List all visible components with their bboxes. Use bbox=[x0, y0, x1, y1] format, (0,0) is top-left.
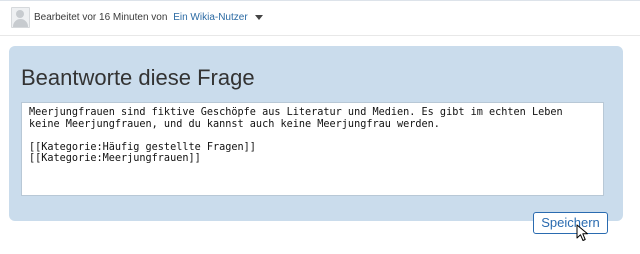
avatar-icon[interactable] bbox=[11, 7, 30, 28]
last-edited-info: Bearbeitet vor 16 Minuten von Ein Wikia-… bbox=[34, 12, 264, 23]
save-button[interactable]: Speichern bbox=[533, 212, 608, 234]
answer-panel: Beantworte diese Frage Meerjungfrauen si… bbox=[9, 46, 623, 221]
user-link[interactable]: Ein Wikia-Nutzer bbox=[173, 12, 247, 23]
edit-info-bar: Bearbeitet vor 16 Minuten von Ein Wikia-… bbox=[0, 0, 640, 36]
panel-title: Beantworte diese Frage bbox=[21, 65, 255, 90]
answer-textarea[interactable]: Meerjungfrauen sind fiktive Geschöpfe au… bbox=[21, 102, 604, 196]
edited-label: Bearbeitet vor 16 Minuten von bbox=[34, 12, 168, 23]
mouse-cursor-icon bbox=[576, 224, 588, 241]
chevron-down-icon[interactable] bbox=[255, 14, 264, 20]
